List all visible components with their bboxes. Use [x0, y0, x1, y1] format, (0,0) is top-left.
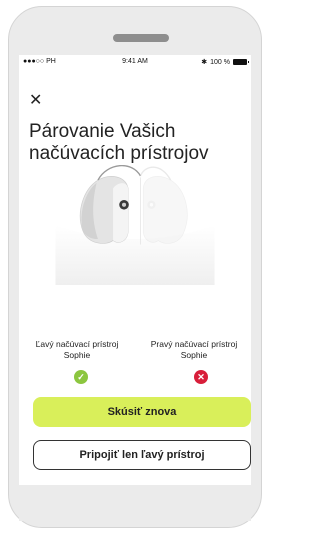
battery-icon: [233, 59, 249, 65]
left-device-label: Ľavý načúvací prístroj Sophie: [35, 339, 119, 360]
x-icon: ✕: [194, 370, 208, 384]
phone-speaker: [113, 34, 169, 42]
close-icon[interactable]: ✕: [29, 93, 45, 109]
status-right: ✱ 100 %: [201, 58, 249, 66]
phone-bottom-bezel: [19, 485, 251, 521]
connect-left-only-button[interactable]: Pripojiť len ľavý prístroj: [33, 440, 251, 470]
illustration-graphic: [55, 165, 215, 285]
status-bar: ●●●○○ PH 9:41 AM ✱ 100 %: [19, 55, 251, 69]
right-device-label: Pravý načúvací prístroj Sophie: [150, 339, 238, 360]
page-title: Párovanie Vašich načúvacích prístrojov: [29, 121, 209, 164]
left-hearing-aid-icon: [79, 165, 142, 244]
check-icon: ✓: [74, 370, 88, 384]
bluetooth-icon: ✱: [201, 59, 208, 66]
battery-percent: 100 %: [210, 58, 230, 66]
right-hearing-aid-icon: [139, 166, 188, 244]
hearing-aids-illustration: [19, 165, 251, 340]
illustration-floor: [55, 225, 215, 285]
retry-button[interactable]: Skúsiť znova: [33, 397, 251, 427]
app-screen: ●●●○○ PH 9:41 AM ✱ 100 % ✕ Párovanie Vaš…: [19, 55, 251, 485]
